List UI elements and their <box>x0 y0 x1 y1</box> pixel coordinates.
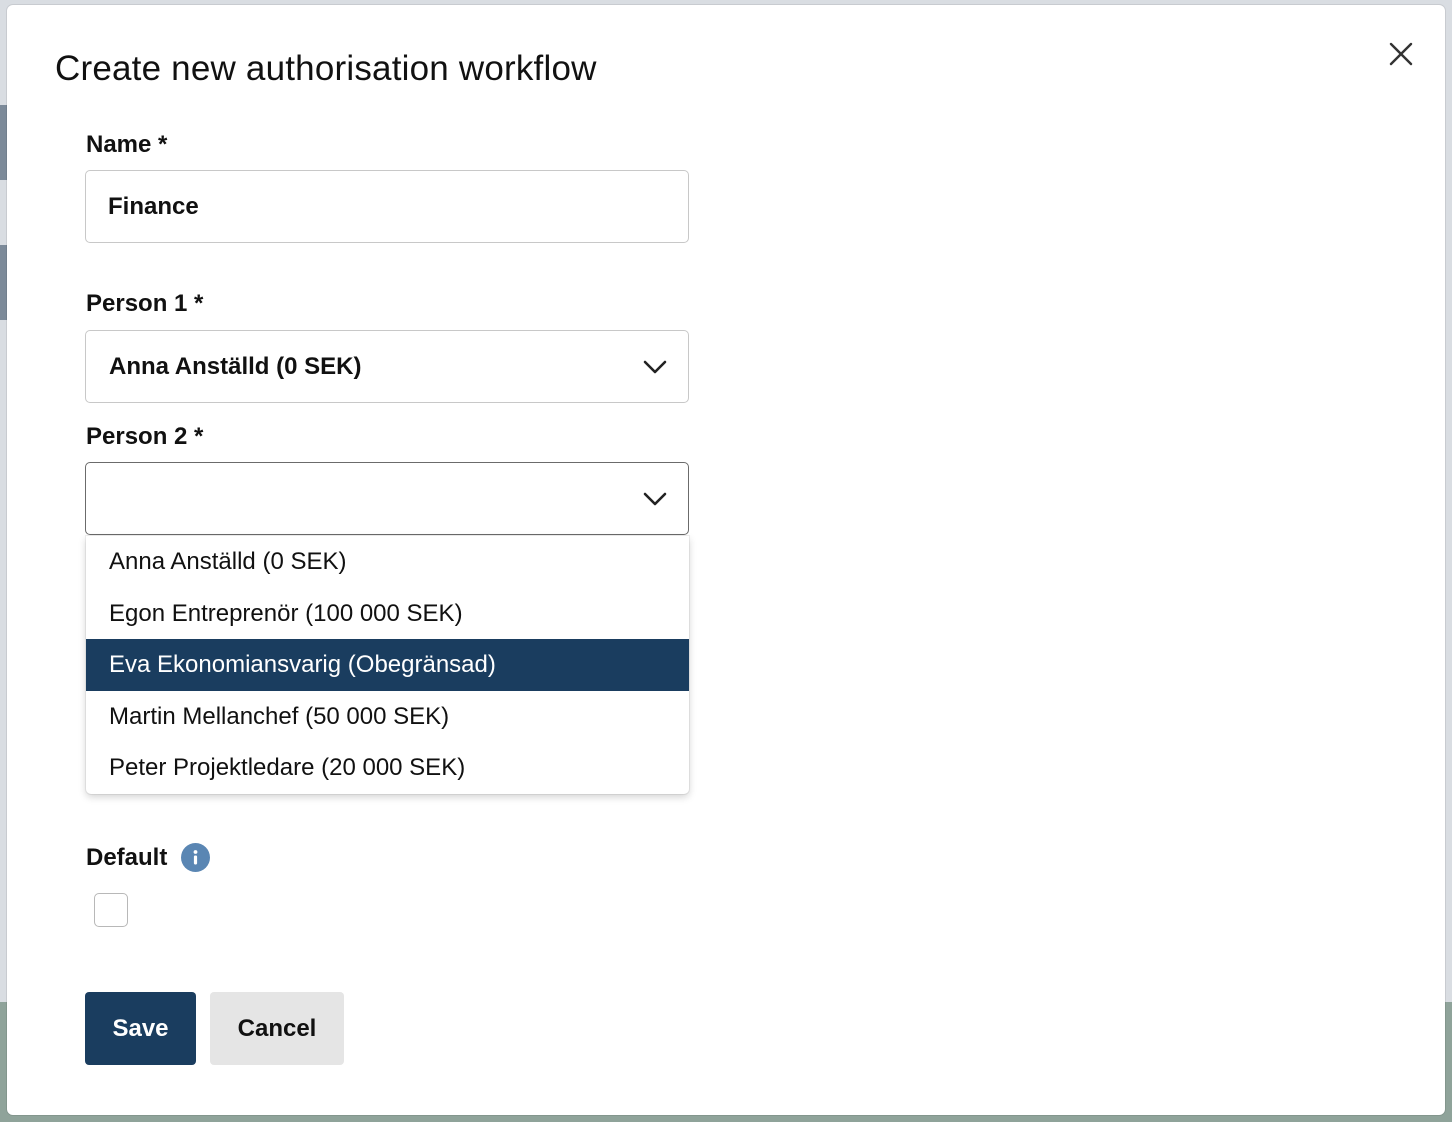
chevron-down-icon <box>643 360 667 373</box>
default-checkbox[interactable] <box>94 893 128 927</box>
save-button[interactable]: Save <box>85 992 196 1065</box>
person1-label: Person 1 * <box>86 290 204 317</box>
chevron-down-icon <box>643 492 667 505</box>
info-glyph <box>193 850 198 865</box>
person2-select[interactable] <box>85 462 689 535</box>
dropdown-option[interactable]: Peter Projektledare (20 000 SEK) <box>86 742 689 794</box>
default-label: Default <box>86 843 168 871</box>
dropdown-option[interactable]: Anna Anställd (0 SEK) <box>86 536 689 588</box>
close-icon <box>1389 42 1413 66</box>
dropdown-option-highlighted[interactable]: Eva Ekonomiansvarig (Obegränsad) <box>86 639 689 691</box>
person1-select[interactable]: Anna Anställd (0 SEK) <box>85 330 689 403</box>
person2-options-list: Anna Anställd (0 SEK) Egon Entreprenör (… <box>86 536 689 794</box>
dialog-title: Create new authorisation workflow <box>55 49 597 88</box>
info-icon[interactable] <box>181 843 211 872</box>
dropdown-option[interactable]: Egon Entreprenör (100 000 SEK) <box>86 588 689 640</box>
name-label: Name * <box>86 131 168 158</box>
create-workflow-dialog: Create new authorisation workflow Name *… <box>7 5 1445 1115</box>
dropdown-option[interactable]: Martin Mellanchef (50 000 SEK) <box>86 691 689 743</box>
cancel-button[interactable]: Cancel <box>210 992 344 1065</box>
name-input[interactable] <box>85 170 689 243</box>
person1-selected-value: Anna Anställd (0 SEK) <box>109 352 362 380</box>
close-button[interactable] <box>1386 39 1416 69</box>
person2-label: Person 2 * <box>86 423 204 450</box>
default-row: Default <box>86 843 211 872</box>
